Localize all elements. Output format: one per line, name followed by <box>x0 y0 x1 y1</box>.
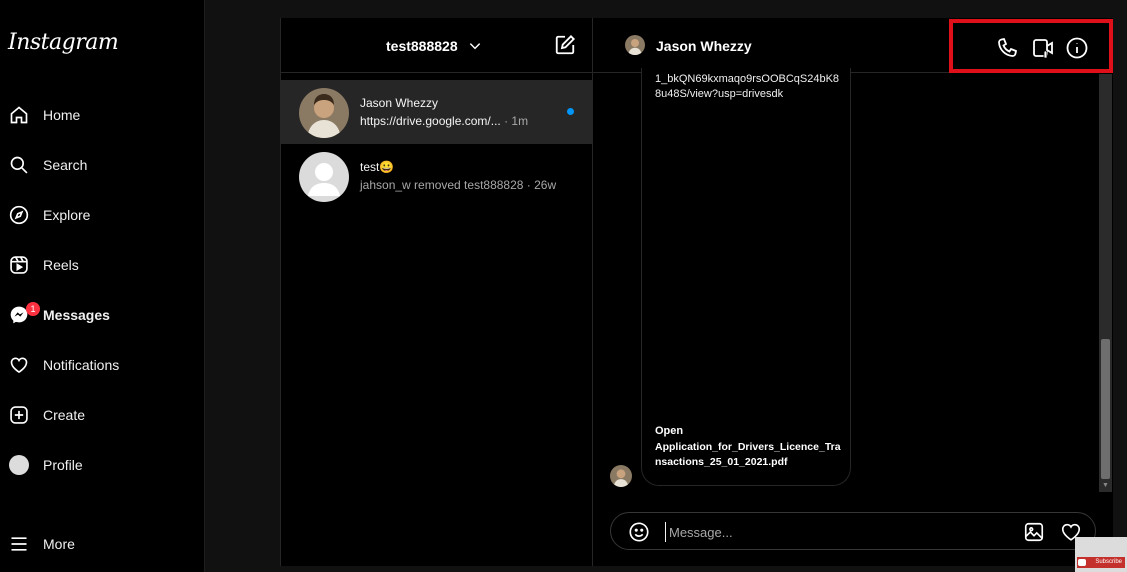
phone-icon[interactable] <box>995 36 1019 60</box>
home-icon <box>8 104 30 126</box>
menu-icon <box>8 533 30 555</box>
avatar <box>299 152 349 202</box>
heart-icon <box>8 354 30 376</box>
play-icon <box>1078 559 1086 566</box>
nav-item-create[interactable]: Create <box>0 395 205 435</box>
instagram-logo[interactable]: Instagram <box>8 30 119 55</box>
nav-item-explore[interactable]: Explore <box>0 195 205 235</box>
compose-icon[interactable] <box>554 34 576 56</box>
chat-header: Jason Whezzy <box>593 18 1113 73</box>
account-switcher[interactable]: test888828 <box>386 38 482 54</box>
nav-label-reels: Reels <box>43 257 79 273</box>
background-gutter-bottom <box>205 566 1127 572</box>
unread-dot <box>567 108 574 115</box>
nav-item-reels[interactable]: Reels <box>0 245 205 285</box>
compass-icon <box>8 204 30 226</box>
nav-item-notifications[interactable]: Notifications <box>0 345 205 385</box>
emoji-icon[interactable] <box>628 521 650 543</box>
nav-label-explore: Explore <box>43 207 91 223</box>
background-gutter-right <box>1113 0 1127 572</box>
message-link-text[interactable]: 1_bkQN69kxmaqo9rsOOBCqS24bK88u48S/view?u… <box>655 72 845 102</box>
chat-contact-name[interactable]: Jason Whezzy <box>656 38 752 54</box>
image-icon[interactable] <box>1023 521 1045 543</box>
open-file-label[interactable]: Open <box>655 425 683 437</box>
conversation-item[interactable]: test😀 jahson_w removed test888828 · 26w <box>281 144 592 208</box>
search-icon <box>8 154 30 176</box>
nav-item-search[interactable]: Search <box>0 145 205 185</box>
conversation-name: Jason Whezzy <box>360 96 439 110</box>
inbox-header: test888828 <box>281 18 594 73</box>
call-actions-highlight <box>949 19 1113 73</box>
chevron-down-icon <box>469 43 480 50</box>
attachment-file-name: Application_for_Drivers_Licence_Transact… <box>655 441 841 468</box>
conversation-item[interactable]: Jason Whezzy https://drive.google.com/..… <box>281 80 592 144</box>
scroll-down-arrow[interactable]: ▼ <box>1101 482 1110 490</box>
scrollbar-thumb[interactable] <box>1101 339 1110 479</box>
sender-avatar <box>610 465 632 487</box>
avatar-icon <box>8 454 30 476</box>
nav-label-search: Search <box>43 157 88 173</box>
nav-label-profile: Profile <box>43 457 83 473</box>
messenger-icon: 1 <box>8 302 40 326</box>
info-icon[interactable] <box>1065 36 1089 60</box>
left-nav: Instagram Home Search Explore Reels 1 Me… <box>0 0 205 572</box>
conversation-preview: https://drive.google.com/... · 1m <box>360 114 529 128</box>
nav-label-create: Create <box>43 407 86 423</box>
nav-item-more[interactable]: More <box>0 524 205 564</box>
messages-badge: 1 <box>26 302 40 316</box>
chat-pane: Jason Whezzy 1_bkQN69kxmaqo9rsOOBCqS24bK… <box>593 18 1113 566</box>
avatar[interactable] <box>625 35 645 55</box>
message-composer <box>610 512 1096 550</box>
video-call-icon[interactable] <box>1031 36 1055 60</box>
background-gutter <box>205 0 280 572</box>
account-name: test888828 <box>386 38 458 54</box>
conversation-name: test😀 <box>360 160 395 174</box>
reels-icon <box>8 254 30 276</box>
file-message-bubble[interactable]: 1_bkQN69kxmaqo9rsOOBCqS24bK88u48S/view?u… <box>641 68 851 486</box>
background-gutter-top <box>205 0 1127 18</box>
conversation-preview: jahson_w removed test888828 · 26w <box>360 178 557 192</box>
chat-scrollbar[interactable]: ▼ <box>1099 74 1112 492</box>
conversation-list: test888828 Jason Whezzy https://drive.go… <box>280 18 594 566</box>
message-input[interactable] <box>665 522 1005 542</box>
plus-square-icon <box>8 404 30 426</box>
nav-label-notifications: Notifications <box>43 357 120 373</box>
nav-label-more: More <box>43 536 75 552</box>
nav-label-messages: Messages <box>43 307 110 323</box>
nav-item-profile[interactable]: Profile <box>0 445 205 485</box>
nav-item-messages[interactable]: 1 Messages <box>0 295 205 335</box>
avatar <box>299 88 349 138</box>
subscribe-watermark: Subscribe <box>1075 537 1127 572</box>
nav-item-home[interactable]: Home <box>0 95 205 135</box>
nav-label-home: Home <box>43 107 81 123</box>
